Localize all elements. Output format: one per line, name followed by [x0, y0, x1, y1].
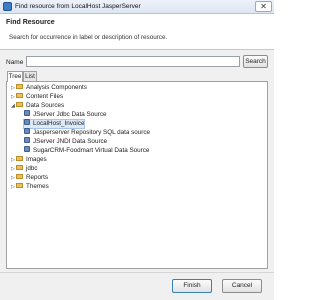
- tree-item-data-sources[interactable]: ◢ Data Sources: [11, 101, 65, 110]
- tree-item-label: Data Sources: [26, 102, 65, 109]
- tree-item-themes[interactable]: ▷ Themes: [11, 182, 49, 191]
- dialog-footer: Finish Cancel: [0, 272, 274, 300]
- tree-item-label: Reports: [26, 174, 49, 181]
- search-button[interactable]: Search: [243, 55, 268, 68]
- tree-item-label: jdbc: [26, 165, 38, 172]
- tree-item-images[interactable]: ▷ Images: [11, 155, 47, 164]
- folder-icon: [16, 92, 23, 98]
- dialog-header: Find Resource Search for occurrence in l…: [0, 14, 274, 50]
- folder-icon: [16, 173, 23, 179]
- tree-item-analysis-components[interactable]: ▷ Analysis Components: [11, 83, 87, 92]
- tree-item-label: LocalHost_Invoice: [33, 120, 85, 127]
- tree-item-jserver-jndi[interactable]: JServer JNDI Data Source: [24, 137, 108, 146]
- datasource-icon: [24, 119, 30, 126]
- tree-item-jserver-jdbc[interactable]: JServer Jdbc Data Source: [24, 110, 107, 119]
- datasource-icon: [24, 146, 30, 153]
- tree-item-localhost-invoice[interactable]: LocalHost_Invoice: [22, 119, 86, 129]
- resource-tree[interactable]: ▷ Analysis Components ▷ Content Files ◢ Dat…: [6, 81, 268, 269]
- app-icon: [3, 2, 12, 11]
- datasource-icon: [24, 137, 30, 144]
- tree-item-jdbc[interactable]: ▷ jdbc: [11, 164, 38, 173]
- tree-item-sugarcrm-foodmart[interactable]: SugarCRM-Foodmart Virtual Data Source: [24, 146, 150, 155]
- title-bar: Find resource from LocalHost JasperServe…: [0, 0, 274, 14]
- tree-item-reports[interactable]: ▷ Reports: [11, 173, 49, 182]
- close-button[interactable]: ✕: [255, 1, 272, 12]
- dialog-description: Search for occurrence in label or descri…: [9, 34, 168, 41]
- finish-button[interactable]: Finish: [172, 279, 212, 293]
- tab-tree[interactable]: Tree: [7, 71, 23, 82]
- tab-list[interactable]: List: [23, 71, 37, 81]
- tree-item-label: SugarCRM-Foodmart Virtual Data Source: [33, 147, 150, 154]
- folder-icon: [16, 164, 23, 170]
- dialog-title: Find Resource: [6, 19, 55, 26]
- tree-item-content-files[interactable]: ▷ Content Files: [11, 92, 64, 101]
- tree-item-label: Content Files: [26, 93, 64, 100]
- tree-item-label: Jasperserver Repository SQL data source: [33, 129, 151, 136]
- tree-item-label: Analysis Components: [26, 84, 87, 91]
- folder-icon: [16, 155, 23, 161]
- tree-item-label: Images: [26, 156, 47, 163]
- name-input[interactable]: [26, 56, 240, 67]
- folder-icon: [16, 182, 23, 188]
- tree-item-label: Themes: [26, 183, 49, 190]
- folder-icon: [16, 83, 23, 89]
- dialog-body: Name Search Tree List ▷ Analysis Componen…: [0, 50, 274, 272]
- tree-item-label: JServer JNDI Data Source: [33, 138, 108, 145]
- name-label: Name: [6, 59, 24, 66]
- window-title: Find resource from LocalHost JasperServe…: [15, 3, 141, 10]
- tree-item-label: JServer Jdbc Data Source: [33, 111, 107, 118]
- tree-item-jasperserver-repository-sql[interactable]: Jasperserver Repository SQL data source: [24, 128, 151, 137]
- datasource-icon: [24, 110, 30, 117]
- datasource-icon: [24, 128, 30, 135]
- cancel-button[interactable]: Cancel: [222, 279, 262, 293]
- folder-icon: [16, 101, 23, 107]
